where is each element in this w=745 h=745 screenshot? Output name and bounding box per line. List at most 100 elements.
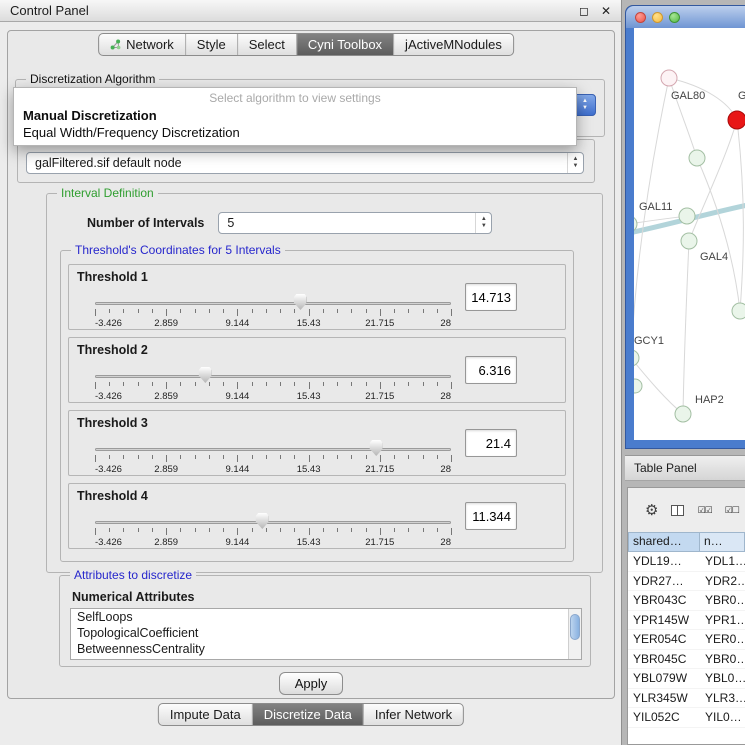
- table-row[interactable]: YIL052CYIL0…: [628, 708, 745, 728]
- slider-tick: [209, 455, 210, 459]
- network-node[interactable]: [634, 379, 642, 393]
- slider-tick: [437, 309, 438, 313]
- threshold-value-input[interactable]: [465, 429, 517, 457]
- gear-icon[interactable]: ⚙: [645, 503, 658, 518]
- scale-tick-label: -3.426: [95, 464, 122, 475]
- number-of-intervals-select[interactable]: 5 ▲ ▼: [218, 212, 492, 234]
- table-cell: YBL079W: [628, 669, 700, 688]
- table-row[interactable]: YBL079WYBL0…: [628, 669, 745, 689]
- tab-style[interactable]: Style: [185, 34, 237, 55]
- slider-tick: [294, 309, 295, 313]
- network-edge: [737, 120, 743, 311]
- threshold-slider[interactable]: -3.4262.8599.14415.4321.71528: [95, 431, 451, 475]
- threshold-value-input[interactable]: [465, 502, 517, 530]
- attribute-list-item[interactable]: SelfLoops: [71, 609, 581, 625]
- slider-tick: [237, 382, 238, 389]
- network-node[interactable]: [661, 70, 677, 86]
- slider-tick: [180, 528, 181, 532]
- close-traffic-light-icon[interactable]: [635, 12, 646, 23]
- threshold-value-input[interactable]: [465, 283, 517, 311]
- attribute-list-item[interactable]: BetweennessCentrality: [71, 641, 581, 657]
- table-row[interactable]: YDR27…YDR2…: [628, 572, 745, 592]
- slider-scale: -3.4262.8599.14415.4321.71528: [95, 318, 451, 329]
- minimize-traffic-light-icon[interactable]: [652, 12, 663, 23]
- network-node[interactable]: [689, 150, 705, 166]
- network-node[interactable]: [675, 406, 691, 422]
- slider-tick: [123, 382, 124, 386]
- zoom-traffic-light-icon[interactable]: [669, 12, 680, 23]
- threshold-slider-thumb[interactable]: [370, 440, 383, 456]
- stepper-arrows-icon[interactable]: ▲ ▼: [475, 213, 491, 233]
- network-window-titlebar[interactable]: [626, 6, 745, 28]
- tab-infer-network[interactable]: Infer Network: [363, 704, 463, 725]
- threshold-slider[interactable]: -3.4262.8599.14415.4321.71528: [95, 358, 451, 402]
- threshold-slider[interactable]: -3.4262.8599.14415.4321.71528: [95, 285, 451, 329]
- attribute-list-item[interactable]: TopologicalCoefficient: [71, 625, 581, 641]
- float-window-icon[interactable]: ◻: [579, 4, 589, 18]
- select-some-checkbox-icon[interactable]: ☑☐: [725, 506, 739, 515]
- table-data-select[interactable]: galFiltered.sif default node ▲ ▼: [26, 152, 584, 174]
- slider-tick: [451, 382, 452, 389]
- slider-tick: [138, 528, 139, 532]
- discretization-algorithm-title: Discretization Algorithm: [26, 72, 159, 86]
- attributes-scrollbar-thumb[interactable]: [570, 614, 580, 640]
- slider-tick: [237, 455, 238, 462]
- threshold-label: Threshold 4: [77, 489, 148, 503]
- slider-tick: [195, 382, 196, 386]
- node-label: GAL4: [700, 251, 728, 263]
- slider-tick: [408, 382, 409, 386]
- table-row[interactable]: YBR045CYBR0…: [628, 650, 745, 670]
- network-node[interactable]: [681, 233, 697, 249]
- column-header-name[interactable]: n…: [700, 532, 745, 552]
- threshold-slider-thumb[interactable]: [199, 367, 212, 383]
- table-row[interactable]: YDL19…YDL1…: [628, 552, 745, 572]
- network-canvas[interactable]: GAL80GAGAL11GAL4GCY1HAP2: [634, 28, 745, 440]
- apply-button[interactable]: Apply: [279, 672, 343, 695]
- number-of-intervals-value: 5: [227, 216, 234, 230]
- columns-icon[interactable]: [671, 505, 684, 516]
- threshold-slider[interactable]: -3.4262.8599.14415.4321.71528: [95, 504, 451, 548]
- control-panel-titlebar[interactable]: Control Panel ◻ ✕: [0, 0, 621, 22]
- scale-tick-label: 21.715: [365, 464, 394, 475]
- combo-arrows-icon[interactable]: ▲ ▼: [574, 94, 596, 116]
- threshold-panel: Threshold 3-3.4262.8599.14415.4321.71528: [68, 410, 566, 476]
- table-row[interactable]: YER054CYER0…: [628, 630, 745, 650]
- tab-cyni-toolbox[interactable]: Cyni Toolbox: [296, 34, 393, 55]
- attributes-scrollbar[interactable]: [568, 609, 581, 659]
- table-row[interactable]: YBR043CYBR0…: [628, 591, 745, 611]
- network-edge: [634, 78, 669, 358]
- tab-network[interactable]: Network: [99, 34, 185, 55]
- network-node[interactable]: [634, 350, 639, 366]
- column-header-shared-name[interactable]: shared…: [628, 532, 700, 552]
- threshold-slider-thumb[interactable]: [294, 294, 307, 310]
- slider-tick: [195, 309, 196, 313]
- tab-select[interactable]: Select: [237, 34, 296, 55]
- dropdown-option-manual-discretization[interactable]: Manual Discretization: [14, 107, 576, 124]
- scale-tick-label: 21.715: [365, 391, 394, 402]
- select-all-checkbox-icon[interactable]: ☑☑: [697, 506, 711, 515]
- tab-impute-data[interactable]: Impute Data: [159, 704, 252, 725]
- table-row[interactable]: YPR145WYPR1…: [628, 611, 745, 631]
- table-cell: YER054C: [628, 630, 700, 649]
- scale-tick-label: 9.144: [226, 391, 250, 402]
- dropdown-option-equal-width-frequency-discretization[interactable]: Equal Width/Frequency Discretization: [14, 124, 576, 141]
- table-row[interactable]: YLR345WYLR3…: [628, 689, 745, 709]
- numerical-attributes-list[interactable]: SelfLoopsTopologicalCoefficientBetweenne…: [70, 608, 582, 660]
- network-node[interactable]: [679, 208, 695, 224]
- tab-discretize-data[interactable]: Discretize Data: [252, 704, 363, 725]
- network-node[interactable]: [728, 111, 745, 129]
- node-label: GAL11: [639, 201, 672, 213]
- threshold-value-input[interactable]: [465, 356, 517, 384]
- tab-jactivemnodules[interactable]: jActiveMNodules: [393, 34, 513, 55]
- stepper-arrows-icon[interactable]: ▲ ▼: [567, 153, 583, 173]
- table-panel-header[interactable]: Table Panel: [625, 455, 745, 481]
- threshold-slider-thumb[interactable]: [256, 513, 269, 529]
- interval-definition-title: Interval Definition: [57, 186, 158, 200]
- slider-tick: [366, 382, 367, 386]
- slider-tick: [123, 455, 124, 459]
- slider-tick: [237, 528, 238, 535]
- network-node[interactable]: [732, 303, 745, 319]
- tab-label: jActiveMNodules: [405, 34, 502, 55]
- slider-tick: [152, 455, 153, 459]
- close-icon[interactable]: ✕: [601, 4, 611, 18]
